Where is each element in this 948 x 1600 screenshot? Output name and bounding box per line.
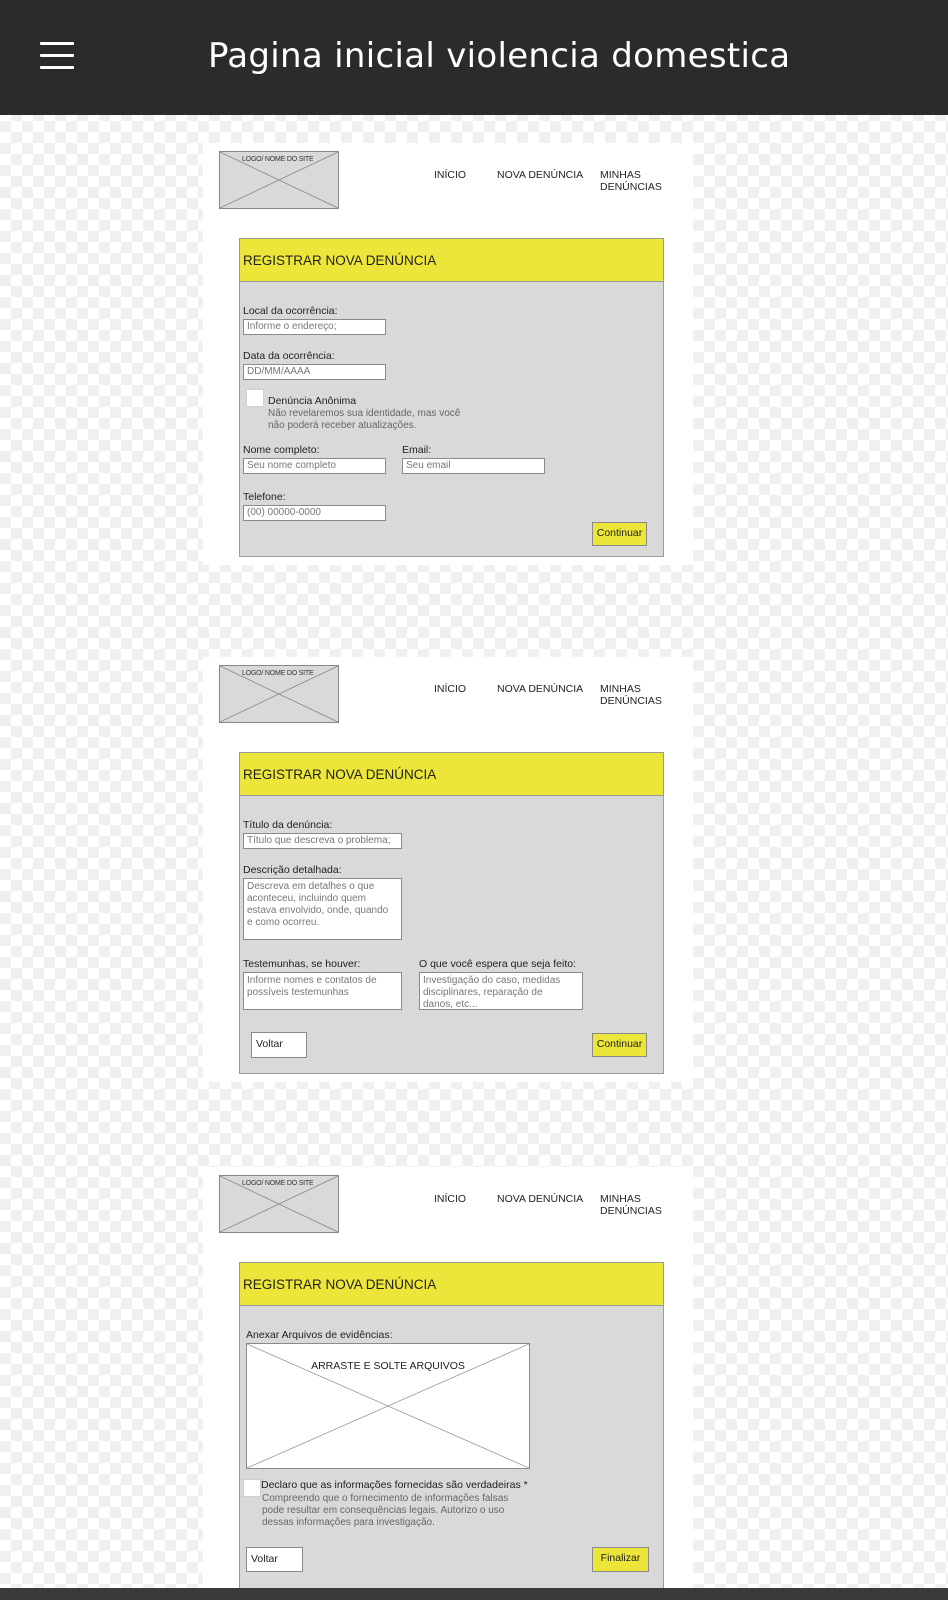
espera-textarea[interactable]: Investigação do caso, medidas disciplina…	[419, 972, 583, 1010]
textarea-line: Informe nomes e contatos de	[247, 975, 377, 986]
nav-minhas-denuncias[interactable]: MINHAS DENÚNCIAS	[600, 683, 680, 707]
nav-minhas-denuncias[interactable]: MINHAS DENÚNCIAS	[600, 1193, 680, 1217]
anonymous-helper-line-1: Não revelaremos sua identidade, mas você	[268, 408, 461, 419]
textarea-line: disciplinares, reparação de	[423, 987, 543, 998]
espera-label: O que você espera que seja feito:	[419, 958, 577, 970]
textarea-line: Investigação do caso, medidas	[423, 975, 561, 986]
data-label: Data da ocorrência:	[243, 350, 335, 362]
email-input[interactable]: Seu email	[402, 458, 545, 474]
nav-inicio[interactable]: INÍCIO	[434, 169, 466, 181]
descricao-textarea[interactable]: Descreva em detalhes o que aconteceu, in…	[243, 878, 402, 940]
titulo-input[interactable]: Título que descreva o problema;	[243, 833, 402, 849]
titulo-label: Título da denúncia:	[243, 819, 333, 831]
panel-title: REGISTRAR NOVA DENÚNCIA	[243, 1277, 437, 1292]
nav-nova-denuncia[interactable]: NOVA DENÚNCIA	[497, 683, 583, 695]
report-form-panel: REGISTRAR NOVA DENÚNCIA Título da denúnc…	[239, 752, 664, 1074]
testemunhas-textarea[interactable]: Informe nomes e contatos de possíveis te…	[243, 972, 402, 1010]
hamburger-menu-icon[interactable]	[40, 42, 74, 70]
anexar-label: Anexar Arquivos de evidências:	[246, 1329, 393, 1341]
wireframe-step-1: LOGO/ NOME DO SITE INÍCIO NOVA DENÚNCIA …	[203, 143, 693, 565]
textarea-line: aconteceu, incluindo quem	[247, 893, 366, 904]
finish-button[interactable]: Finalizar	[592, 1547, 649, 1572]
wireframe-step-2: LOGO/ NOME DO SITE INÍCIO NOVA DENÚNCIA …	[203, 657, 693, 1082]
panel-header: REGISTRAR NOVA DENÚNCIA	[240, 1263, 663, 1306]
textarea-line: danos, etc...	[423, 999, 478, 1010]
continue-button[interactable]: Continuar	[592, 522, 647, 546]
nav-inicio[interactable]: INÍCIO	[434, 1193, 466, 1205]
nav-nova-denuncia[interactable]: NOVA DENÚNCIA	[497, 1193, 583, 1205]
declaration-checkbox[interactable]	[243, 1479, 261, 1497]
anonymous-label: Denúncia Anônima	[268, 395, 357, 407]
local-input[interactable]: Informe o endereço;	[243, 319, 386, 335]
logo-text: LOGO/ NOME DO SITE	[242, 156, 314, 163]
file-dropzone[interactable]: ARRASTE E SOLTE ARQUIVOS	[246, 1343, 530, 1469]
page-title: Pagina inicial violencia domestica	[208, 36, 791, 76]
panel-header: REGISTRAR NOVA DENÚNCIA	[240, 239, 663, 282]
site-logo[interactable]: LOGO/ NOME DO SITE	[219, 1175, 339, 1233]
nome-input[interactable]: Seu nome completo	[243, 458, 386, 474]
back-button[interactable]: Voltar	[251, 1032, 307, 1058]
report-form-panel: REGISTRAR NOVA DENÚNCIA Anexar Arquivos …	[239, 1262, 664, 1589]
local-label: Local da ocorrência:	[243, 305, 338, 317]
declaration-helper-line-3: dessas informações para investigação.	[262, 1517, 435, 1528]
descricao-label: Descrição detalhada:	[243, 864, 342, 876]
anonymous-helper-line-2: não poderá receber atualizações.	[268, 420, 417, 431]
panel-title: REGISTRAR NOVA DENÚNCIA	[243, 767, 437, 782]
continue-button[interactable]: Continuar	[592, 1033, 647, 1057]
textarea-line: Descreva em detalhes o que	[247, 881, 375, 892]
wireframe-step-3: LOGO/ NOME DO SITE INÍCIO NOVA DENÚNCIA …	[203, 1167, 693, 1589]
bottom-bar	[0, 1588, 948, 1600]
logo-text: LOGO/ NOME DO SITE	[242, 1180, 314, 1187]
logo-text: LOGO/ NOME DO SITE	[242, 670, 314, 677]
app-header: Pagina inicial violencia domestica	[0, 0, 948, 115]
nav-minhas-denuncias[interactable]: MINHAS DENÚNCIAS	[600, 169, 680, 193]
textarea-line: possíveis testemunhas	[247, 987, 349, 998]
site-logo[interactable]: LOGO/ NOME DO SITE	[219, 151, 339, 209]
testemunhas-label: Testemunhas, se houver:	[243, 958, 361, 970]
declaration-helper-line-2: pode resultar em consequências legais. A…	[262, 1505, 505, 1516]
telefone-input[interactable]: (00) 00000-0000	[243, 505, 386, 521]
anonymous-checkbox[interactable]	[246, 389, 264, 407]
textarea-line: estava envolvido, onde, quando	[247, 905, 389, 916]
telefone-label: Telefone:	[243, 491, 286, 503]
nome-label: Nome completo:	[243, 444, 320, 456]
panel-title: REGISTRAR NOVA DENÚNCIA	[243, 253, 437, 268]
site-logo[interactable]: LOGO/ NOME DO SITE	[219, 665, 339, 723]
panel-header: REGISTRAR NOVA DENÚNCIA	[240, 753, 663, 796]
data-input[interactable]: DD/MM/AAAA	[243, 364, 386, 380]
declaration-helper-line-1: Compreendo que o fornecimento de informa…	[262, 1493, 509, 1504]
textarea-line: e como ocorreu.	[247, 917, 320, 928]
dropzone-label: ARRASTE E SOLTE ARQUIVOS	[311, 1360, 465, 1372]
declaration-label: Declaro que as informações fornecidas sã…	[261, 1479, 528, 1491]
nav-nova-denuncia[interactable]: NOVA DENÚNCIA	[497, 169, 583, 181]
email-label: Email:	[402, 444, 432, 456]
nav-inicio[interactable]: INÍCIO	[434, 683, 466, 695]
report-form-panel: REGISTRAR NOVA DENÚNCIA Local da ocorrên…	[239, 238, 664, 557]
back-button[interactable]: Voltar	[246, 1547, 303, 1572]
